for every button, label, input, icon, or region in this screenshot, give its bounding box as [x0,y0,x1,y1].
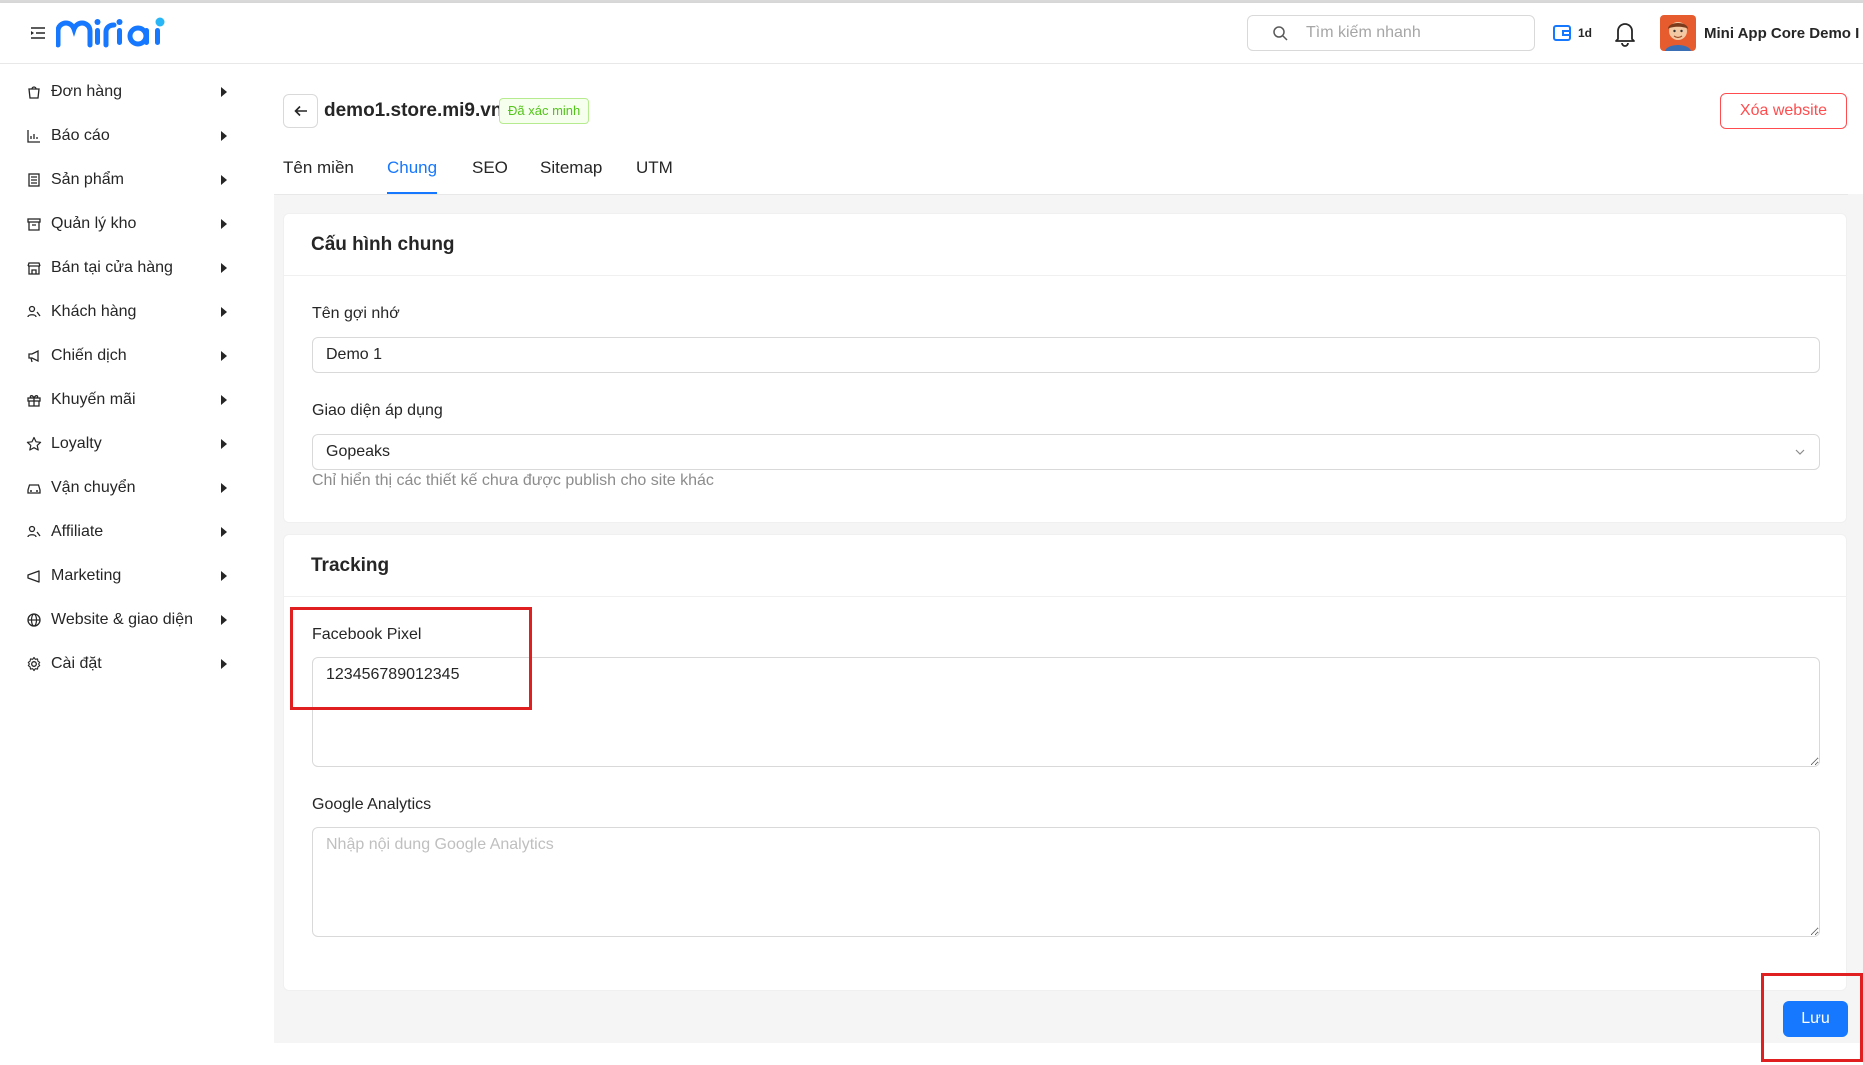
caret-right-icon [221,659,227,669]
plan-indicator[interactable]: 1d [1552,23,1592,43]
sidebar-item-settings[interactable]: Cài đặt [0,642,274,686]
caret-right-icon [221,351,227,361]
sidebar-item-label: Cài đặt [51,655,102,672]
wallet-icon [1553,25,1571,41]
megaphone-icon [26,568,42,584]
star-icon [26,436,42,452]
sidebar-item-label: Sản phẩm [51,171,124,188]
user-name: Mini App Core Demo I [1704,24,1860,42]
google-analytics-input[interactable] [312,827,1820,937]
brand-logo[interactable] [55,17,176,49]
sidebar-item-label: Quản lý kho [51,215,137,232]
caret-right-icon [221,615,227,625]
users-icon [26,524,42,540]
theme-label: Giao diện áp dụng [312,402,443,419]
shopping-bag-icon [26,84,42,100]
nickname-value: Demo 1 [326,346,383,363]
sidebar-item-label: Website & giao diện [51,611,194,628]
sidebar-item-label: Bán tại cửa hàng [51,259,173,276]
sidebar-item-affiliate[interactable]: Affiliate [0,510,274,554]
theme-help-text: Chỉ hiển thị các thiết kế chưa được publ… [312,472,714,489]
sidebar-item-orders[interactable]: Đơn hàng [0,70,274,114]
sidebar-item-label: Báo cáo [51,127,110,144]
nickname-input[interactable]: Demo 1 [312,337,1820,373]
car-icon [26,480,42,496]
caret-right-icon [221,483,227,493]
google-analytics-label: Google Analytics [312,796,432,813]
tab-seo[interactable]: SEO [472,158,508,194]
facebook-pixel-input[interactable]: 123456789012345 [312,657,1820,767]
caret-right-icon [221,307,227,317]
theme-select[interactable]: Gopeaks [312,434,1820,470]
caret-right-icon [221,527,227,537]
tab-utm[interactable]: UTM [636,158,673,194]
sidebar-item-label: Đơn hàng [51,83,122,100]
sidebar-item-label: Affiliate [51,523,104,540]
notification-bell-icon[interactable] [1612,19,1638,47]
sidebar-item-label: Vận chuyển [51,479,136,496]
users-icon [26,304,42,320]
sidebar-item-label: Khách hàng [51,303,137,320]
archive-icon [26,216,42,232]
tab-domain[interactable]: Tên miền [283,158,354,194]
back-button[interactable] [283,94,318,128]
list-icon [26,172,42,188]
plan-days-label: 1d [1578,26,1593,40]
caret-right-icon [221,219,227,229]
delete-website-button[interactable]: Xóa website [1720,93,1847,129]
verified-badge: Đã xác minh [499,98,590,124]
avatar [1660,15,1696,51]
arrow-left-icon [293,105,307,117]
sidebar-item-pos[interactable]: Bán tại cửa hàng [0,246,274,290]
sidebar-item-products[interactable]: Sản phẩm [0,158,274,202]
caret-right-icon [221,395,227,405]
caret-right-icon [221,131,227,141]
sidebar-item-marketing[interactable]: Marketing [0,554,274,598]
tab-bar: Tên miền Chung SEO Sitemap UTM [274,150,1848,195]
globe-icon [26,612,42,628]
caret-right-icon [221,87,227,97]
sidebar-item-promotions[interactable]: Khuyến mãi [0,378,274,422]
store-icon [26,260,42,276]
sidebar-item-label: Marketing [51,567,122,584]
caret-right-icon [221,175,227,185]
save-button[interactable]: Lưu [1783,1001,1848,1037]
search-icon [1273,26,1288,41]
theme-value: Gopeaks [326,443,391,460]
caret-right-icon [221,263,227,273]
quick-search-box[interactable] [1247,15,1535,51]
tracking-card: Tracking Facebook Pixel 123456789012345 … [283,534,1847,991]
gear-icon [26,656,42,672]
sidebar-item-shipping[interactable]: Vận chuyển [0,466,274,510]
caret-right-icon [221,571,227,581]
general-config-card: Cấu hình chung Tên gợi nhớ Demo 1 Giao d… [283,213,1847,523]
sidebar-item-inventory[interactable]: Quản lý kho [0,202,274,246]
user-menu[interactable]: Mini App Core Demo I [1660,15,1863,51]
card-title: Cấu hình chung [284,214,1846,276]
quick-search-input[interactable] [1306,24,1526,42]
sidebar: Đơn hàng Báo cáo Sản phẩm Quản lý kho Bá… [0,64,274,1065]
tab-general[interactable]: Chung [387,158,438,194]
chevron-down-icon [1795,449,1805,455]
facebook-pixel-label: Facebook Pixel [312,626,422,643]
caret-right-icon [221,439,227,449]
sidebar-item-reports[interactable]: Báo cáo [0,114,274,158]
menu-toggle-icon[interactable] [28,23,48,43]
sidebar-item-customers[interactable]: Khách hàng [0,290,274,334]
sidebar-item-loyalty[interactable]: Loyalty [0,422,274,466]
tab-sitemap[interactable]: Sitemap [540,158,602,194]
sidebar-item-label: Chiến dịch [51,347,127,364]
sidebar-item-label: Loyalty [51,435,102,452]
page-title: demo1.store.mi9.vn [324,100,503,121]
nickname-label: Tên gợi nhớ [312,305,400,322]
sidebar-item-website[interactable]: Website & giao diện [0,598,274,642]
top-header: 1d Mini App Core Demo I [0,3,1863,64]
card-title: Tracking [284,535,1846,597]
sidebar-item-campaigns[interactable]: Chiến dịch [0,334,274,378]
gift-icon [26,392,42,408]
chart-icon [26,128,42,144]
sidebar-item-label: Khuyến mãi [51,391,136,408]
megaphone-icon [26,348,42,364]
